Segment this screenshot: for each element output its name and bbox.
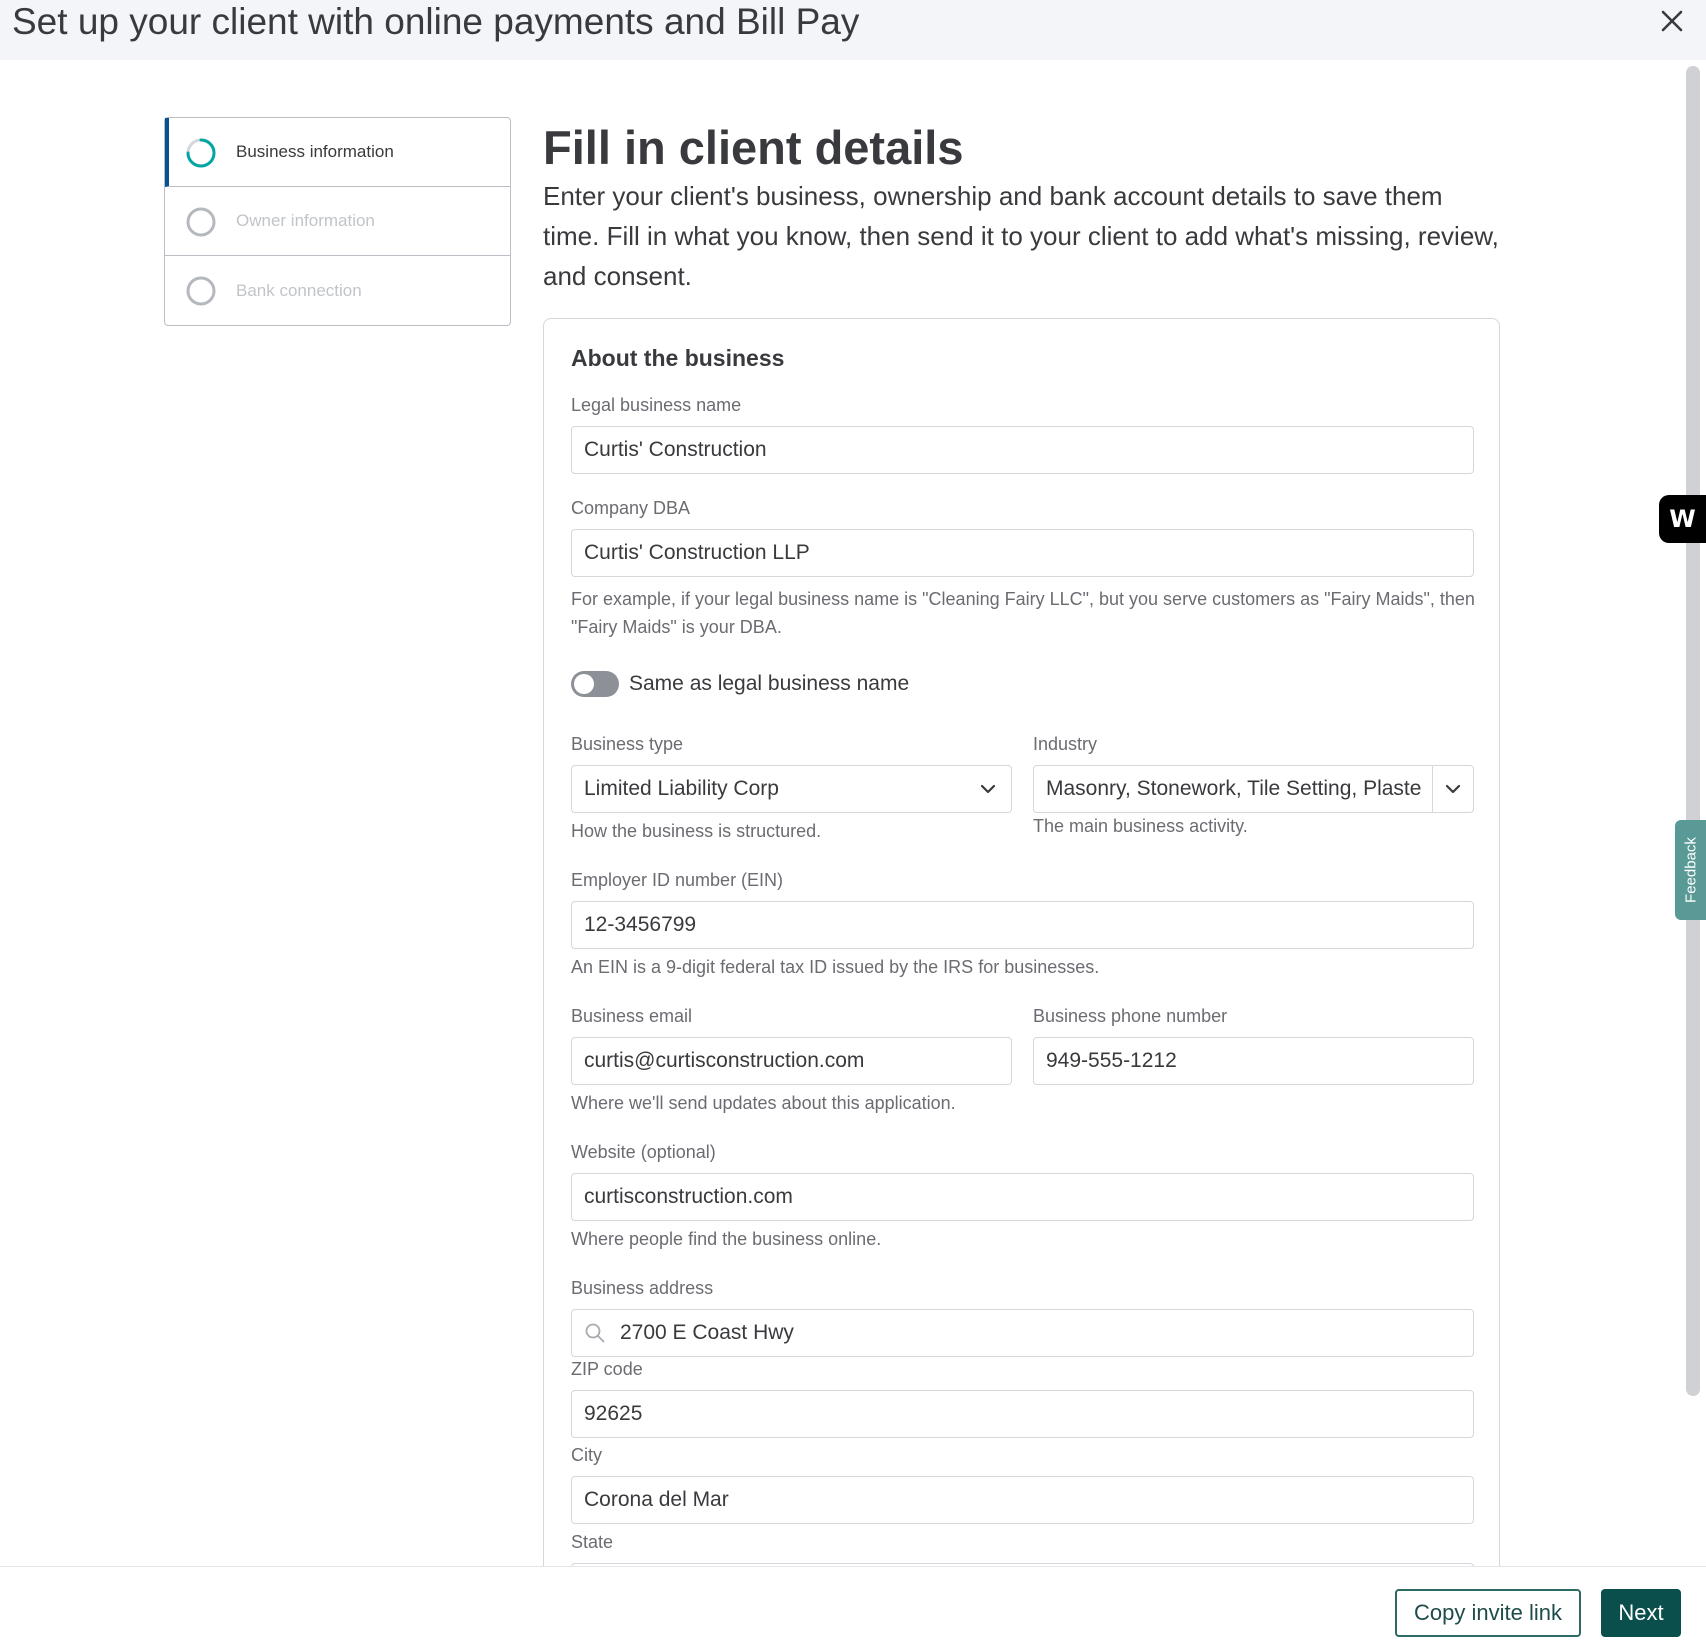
copy-invite-link-button[interactable]: Copy invite link [1395,1589,1581,1637]
ein-value: 12-3456799 [584,913,697,936]
ein-input[interactable]: 12-3456799 [571,901,1474,949]
progress-ring-icon [186,138,216,168]
next-button[interactable]: Next [1601,1589,1681,1637]
zip-input[interactable]: 92625 [571,1390,1474,1438]
chevron-down-icon [980,784,996,794]
zip-label: ZIP code [571,1359,643,1379]
about-business-card: About the business Legal business name C… [543,318,1500,1566]
address-value: 2700 E Coast Hwy [620,1321,794,1344]
step-bank-connection[interactable]: Bank connection [165,256,510,325]
email-value: curtis@curtisconstruction.com [584,1049,865,1072]
close-icon [1661,10,1683,32]
modal-header: Set up your client with online payments … [0,0,1706,60]
business-type-select[interactable]: Limited Liability Corp [571,765,1012,813]
modal-title: Set up your client with online payments … [12,1,860,42]
step-business-information[interactable]: Business information [165,118,510,187]
city-value: Corona del Mar [584,1488,729,1511]
address-search-input[interactable]: 2700 E Coast Hwy [571,1309,1474,1357]
dba-help-text: For example, if your legal business name… [571,589,1475,637]
website-help: Where people find the business online. [571,1229,882,1249]
section-title: About the business [571,345,785,371]
zip-value: 92625 [584,1402,643,1425]
ein-help: An EIN is a 9-digit federal tax ID issue… [571,957,1100,977]
step-owner-information[interactable]: Owner information [165,187,510,256]
website-input[interactable]: curtisconstruction.com [571,1173,1474,1221]
step-label: Business information [236,142,394,161]
email-help: Where we'll send updates about this appl… [571,1093,956,1113]
select-divider [1432,766,1433,812]
city-label: City [571,1445,602,1465]
legal-name-value: Curtis' Construction [584,438,767,461]
step-label: Owner information [236,211,375,230]
modal-content: Business information Owner information B… [0,60,1680,1566]
w-widget-button[interactable]: W [1659,495,1706,543]
city-input[interactable]: Corona del Mar [571,1476,1474,1524]
address-label: Business address [571,1278,714,1298]
search-icon [585,1323,605,1343]
page-scrollbar[interactable] [1686,66,1700,1396]
legal-name-label: Legal business name [571,395,742,415]
phone-label: Business phone number [1033,1006,1228,1026]
dba-input[interactable]: Curtis' Construction LLP [571,529,1474,577]
industry-help: The main business activity. [1033,816,1248,836]
business-type-label: Business type [571,734,684,754]
state-label: State [571,1532,614,1552]
feedback-tab[interactable]: Feedback [1675,820,1706,920]
step-label: Bank connection [236,280,362,300]
ein-label: Employer ID number (EIN) [571,870,784,890]
industry-label: Industry [1033,734,1098,754]
step-circle-icon [186,207,216,237]
phone-value: 949-555-1212 [1046,1049,1177,1072]
phone-input[interactable]: 949-555-1212 [1033,1037,1474,1085]
legal-name-input[interactable]: Curtis' Construction [571,426,1474,474]
email-label: Business email [571,1006,693,1026]
dba-value: Curtis' Construction LLP [584,541,810,564]
website-label: Website (optional) [571,1142,716,1162]
business-type-help: How the business is structured. [571,821,822,841]
email-input[interactable]: curtis@curtisconstruction.com [571,1037,1012,1085]
business-type-value: Limited Liability Corp [584,777,779,800]
toggle-knob [574,674,594,694]
page-title: Fill in client details [543,121,964,174]
website-value: curtisconstruction.com [584,1185,793,1208]
same-as-legal-name-toggle[interactable] [571,671,619,697]
w-logo-icon: W [1669,505,1696,533]
industry-value: Masonry, Stonework, Tile Setting, Plaste [1046,777,1422,800]
feedback-label: Feedback [1682,837,1699,903]
page-description: Enter your client's business, ownership … [543,181,1499,291]
dba-label: Company DBA [571,498,691,518]
chevron-down-icon [1445,784,1461,794]
step-navigation: Business information Owner information B… [164,117,511,326]
close-button[interactable] [1655,4,1689,38]
step-circle-icon [186,276,216,306]
industry-select[interactable]: Masonry, Stonework, Tile Setting, Plaste [1033,765,1474,813]
modal-footer: Copy invite link Next [0,1566,1706,1642]
same-as-legal-name-label: Same as legal business name [629,672,910,695]
